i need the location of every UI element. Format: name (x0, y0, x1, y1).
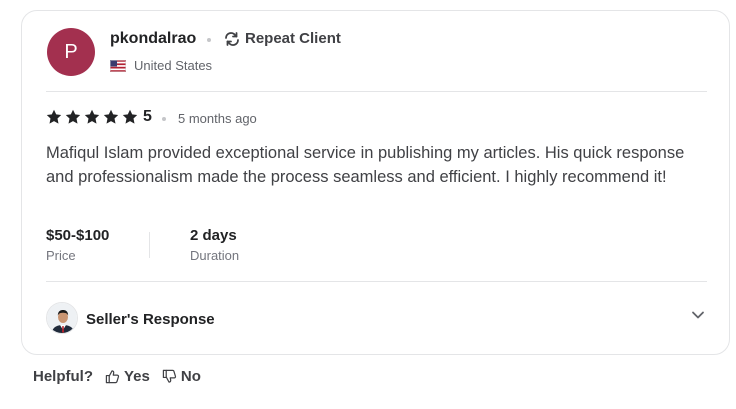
star-icon (103, 109, 119, 124)
price-value: $50-$100 (46, 227, 110, 244)
seller-avatar (46, 302, 78, 334)
price-stat: $50-$100 Price (46, 227, 109, 263)
repeat-icon (224, 31, 240, 47)
response-divider (46, 281, 707, 282)
review-card: P pkondalrao Repeat Client United States… (21, 10, 730, 355)
us-flag-icon (110, 59, 126, 72)
duration-stat: 2 days Duration (190, 227, 239, 263)
thumbs-down-icon (162, 369, 177, 384)
helpful-no-button[interactable]: No (162, 368, 201, 385)
country-name: United States (134, 58, 213, 73)
reviewer-avatar: P (47, 28, 95, 76)
separator-dot (162, 117, 166, 121)
review-time: 5 months ago (178, 111, 257, 126)
reviewer-username: pkondalrao (110, 30, 197, 47)
helpful-yes-button[interactable]: Yes (105, 368, 150, 385)
helpful-label: Helpful? (33, 368, 93, 385)
star-rating: 5 (46, 108, 152, 126)
stat-divider (149, 232, 150, 258)
header-divider (46, 91, 707, 92)
avatar-initial: P (64, 40, 78, 63)
star-icon (65, 109, 81, 124)
seller-response-label: Seller's Response (86, 311, 215, 328)
price-label: Price (46, 248, 76, 263)
no-label: No (180, 368, 201, 385)
separator-dot (207, 38, 211, 42)
helpful-section: Helpful? Yes No (33, 368, 201, 385)
yes-label: Yes (124, 368, 150, 385)
star-icon (122, 109, 138, 124)
review-text: Mafiqul Islam provided exceptional servi… (46, 144, 685, 186)
star-icon (84, 109, 100, 124)
thumbs-up-icon (105, 369, 120, 384)
duration-label: Duration (190, 248, 240, 263)
chevron-down-icon[interactable] (691, 308, 705, 327)
reviewer-country: United States (110, 58, 212, 73)
seller-response-toggle[interactable]: Seller's Response (46, 302, 707, 336)
stars-group (46, 109, 138, 125)
repeat-client-badge: Repeat Client (224, 30, 341, 47)
duration-value: 2 days (190, 227, 237, 244)
rating-value: 5 (143, 108, 152, 125)
star-icon (46, 109, 62, 124)
repeat-client-label: Repeat Client (245, 30, 341, 47)
